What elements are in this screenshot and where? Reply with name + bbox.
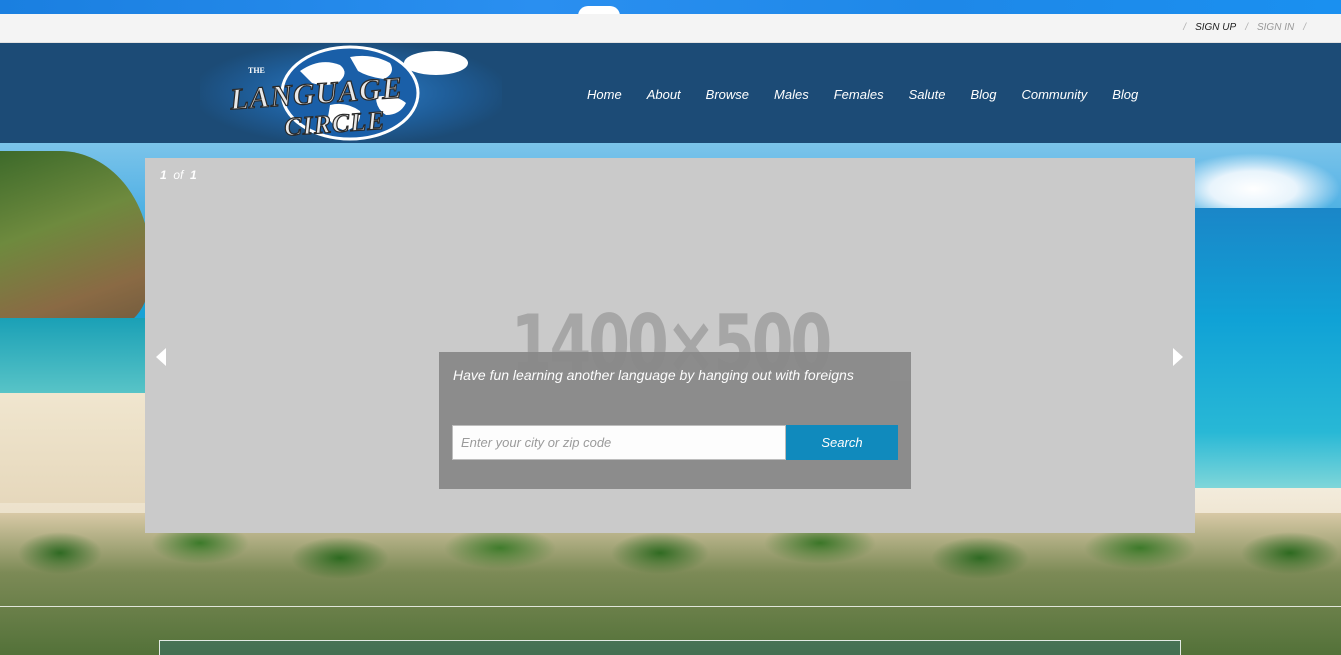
- nav-salute[interactable]: Salute: [909, 87, 946, 102]
- separator: /: [1183, 22, 1187, 33]
- separator: /: [1303, 22, 1306, 33]
- nav-blog-2[interactable]: Blog: [1112, 87, 1138, 102]
- slide-of-label: of: [173, 168, 184, 182]
- nav-females[interactable]: Females: [834, 87, 884, 102]
- lagoon: [0, 318, 150, 398]
- slide-total: 1: [190, 168, 197, 182]
- sky-strip: [0, 0, 1341, 16]
- prev-arrow-icon[interactable]: [156, 348, 166, 366]
- hero-slider: 1 of 1 1400×500 Have fun learning anothe…: [145, 158, 1195, 533]
- slide-current: 1: [160, 168, 167, 182]
- search-panel: Have fun learning another language by ha…: [439, 352, 911, 489]
- svg-text:THE: THE: [248, 66, 265, 75]
- divider: [0, 606, 1341, 607]
- nav-about[interactable]: About: [647, 87, 681, 102]
- content-box: [159, 640, 1181, 655]
- sign-in-link[interactable]: SIGN IN: [1257, 22, 1294, 33]
- separator: /: [1245, 22, 1248, 33]
- location-search-input[interactable]: [452, 425, 786, 460]
- sign-up-link[interactable]: SIGN UP: [1195, 22, 1236, 33]
- utility-bar: / SIGN UP / SIGN IN /: [0, 14, 1341, 43]
- search-button[interactable]: Search: [786, 425, 898, 460]
- site-header: THE LANGUAGE CIRCLE Home About Browse Ma…: [0, 43, 1341, 143]
- nav-blog[interactable]: Blog: [970, 87, 996, 102]
- nav-males[interactable]: Males: [774, 87, 809, 102]
- main-nav: Home About Browse Males Females Salute B…: [587, 87, 1163, 102]
- nav-browse[interactable]: Browse: [706, 87, 749, 102]
- site-logo[interactable]: THE LANGUAGE CIRCLE: [200, 43, 502, 143]
- nav-home[interactable]: Home: [587, 87, 622, 102]
- globe-logo-icon: THE LANGUAGE CIRCLE: [227, 45, 468, 142]
- sea: [1195, 208, 1341, 488]
- beach-left: [0, 393, 150, 503]
- tagline: Have fun learning another language by ha…: [453, 367, 854, 383]
- clouds: [1195, 153, 1341, 213]
- hillside: [0, 151, 150, 331]
- next-arrow-icon[interactable]: [1173, 348, 1183, 366]
- nav-community[interactable]: Community: [1021, 87, 1087, 102]
- palm-trees: [0, 513, 1341, 655]
- account-links: / SIGN UP / SIGN IN /: [1174, 22, 1315, 33]
- slide-counter: 1 of 1: [160, 168, 197, 182]
